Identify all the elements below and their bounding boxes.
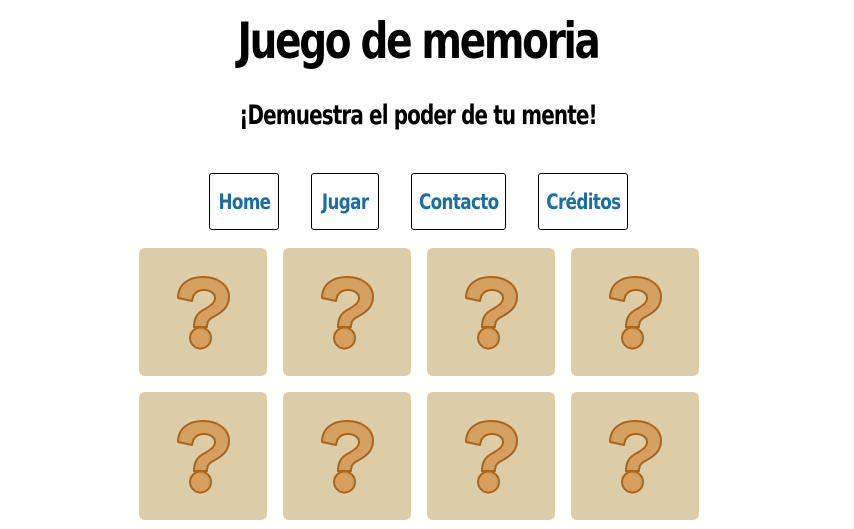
memory-card[interactable]: [427, 392, 555, 520]
question-mark-icon: [609, 420, 662, 494]
memory-card[interactable]: [283, 248, 411, 376]
nav-jugar-label: Jugar: [321, 189, 369, 214]
page-subtitle: ¡Demuestra el poder de tu mente!: [239, 100, 597, 131]
question-mark-icon: [177, 276, 230, 350]
question-mark-hook: [609, 420, 662, 472]
question-mark-icon: [465, 420, 518, 494]
nav-creditos-label: Créditos: [545, 189, 621, 214]
question-mark-dot: [189, 470, 212, 494]
question-mark-hook: [177, 276, 230, 328]
question-mark-icon: [177, 420, 230, 494]
question-mark-hook: [321, 276, 374, 328]
question-mark-dot: [189, 326, 212, 350]
question-mark-hook: [465, 420, 518, 472]
nav-jugar-button[interactable]: Jugar: [311, 173, 379, 230]
question-mark-hook: [177, 420, 230, 472]
memory-card[interactable]: [571, 248, 699, 376]
nav-home-button[interactable]: Home: [209, 173, 279, 230]
question-mark-dot: [477, 326, 500, 350]
question-mark-hook: [609, 276, 662, 328]
nav-contacto-button[interactable]: Contacto: [411, 173, 506, 230]
nav-creditos-button[interactable]: Créditos: [538, 173, 628, 230]
question-mark-dot: [333, 470, 356, 494]
question-mark-icon: [609, 276, 662, 350]
question-mark-hook: [465, 276, 518, 328]
memory-card[interactable]: [571, 392, 699, 520]
question-mark-icon: [321, 420, 374, 494]
memory-card[interactable]: [139, 392, 267, 520]
question-mark-dot: [621, 326, 644, 350]
memory-card[interactable]: [139, 248, 267, 376]
page-title: Juego de memoria: [237, 12, 601, 70]
question-mark-dot: [333, 326, 356, 350]
memory-card[interactable]: [283, 392, 411, 520]
nav-contacto-label: Contacto: [418, 189, 499, 214]
question-mark-dot: [621, 470, 644, 494]
question-mark-icon: [465, 276, 518, 350]
nav-home-label: Home: [218, 189, 271, 214]
question-mark-hook: [321, 420, 374, 472]
memory-card[interactable]: [427, 248, 555, 376]
question-mark-dot: [477, 470, 500, 494]
question-mark-icon: [321, 276, 374, 350]
